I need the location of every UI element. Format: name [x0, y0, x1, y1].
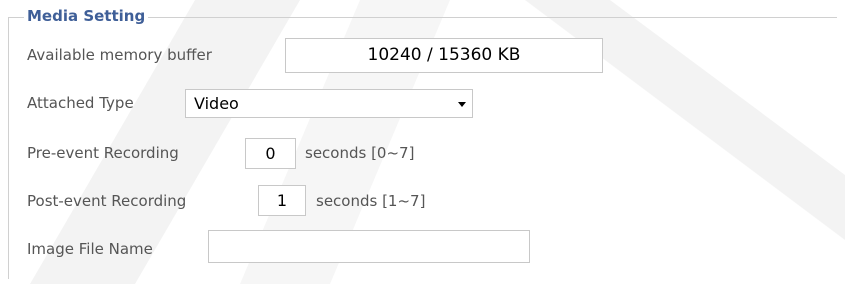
attached-type-label: Attached Type [27, 94, 134, 112]
memory-buffer-label: Available memory buffer [27, 46, 212, 64]
pre-event-label: Pre-event Recording [27, 144, 179, 162]
image-file-name-input[interactable] [208, 230, 530, 263]
media-setting-page: Media Setting Available memory buffer 10… [0, 0, 845, 284]
post-event-input[interactable]: 1 [258, 185, 306, 216]
memory-buffer-display: 10240 / 15360 KB [285, 38, 603, 73]
pre-event-input[interactable]: 0 [245, 138, 296, 169]
attached-type-selected-value: Video [194, 94, 239, 113]
post-event-label: Post-event Recording [27, 192, 187, 210]
attached-type-select[interactable]: Video [185, 89, 473, 118]
section-legend: Media Setting [24, 6, 149, 26]
image-file-name-label: Image File Name [27, 240, 153, 258]
pre-event-unit: seconds [0~7] [305, 144, 415, 162]
fieldset-border-left [8, 17, 9, 279]
post-event-unit: seconds [1~7] [316, 192, 426, 210]
dropdown-arrow-icon [458, 102, 466, 107]
